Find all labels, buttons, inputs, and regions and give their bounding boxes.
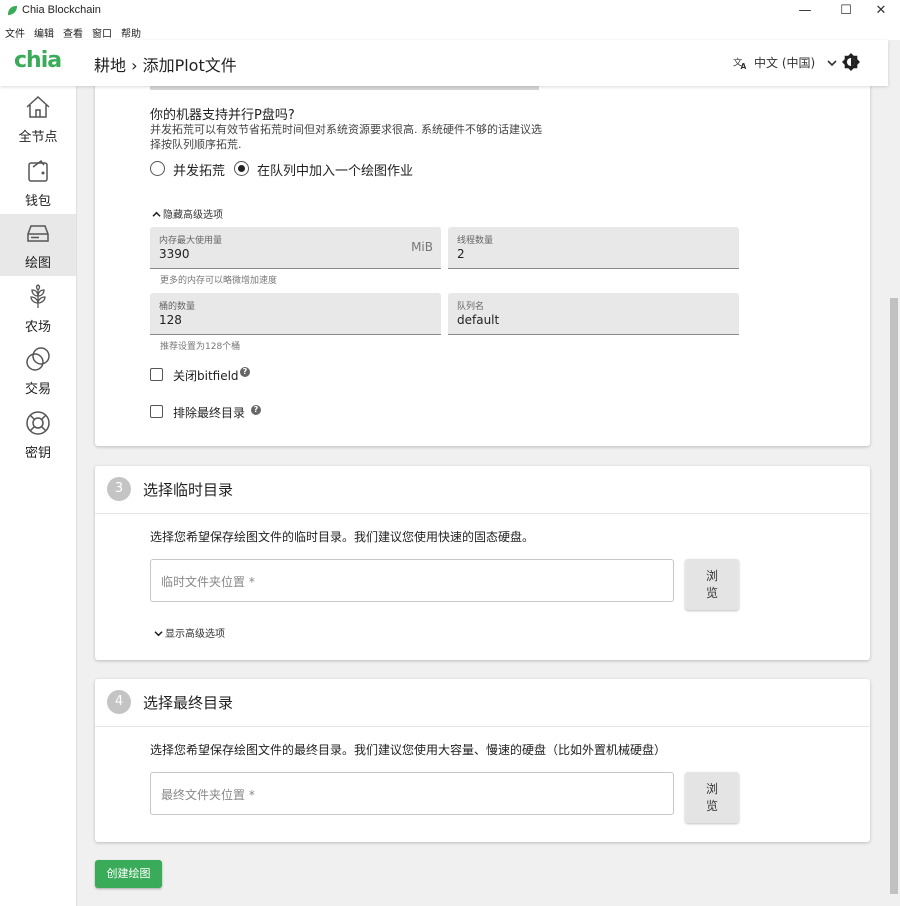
buckets-label: 桶的数量 [159,302,196,312]
chia-leaf-icon [7,5,18,16]
parallel-description-line-2: 择按队列顺序拓荒. [150,138,242,151]
sidebar-item-label: 绘图 [24,256,51,271]
sidebar-item-trade[interactable]: 交易 [0,340,76,402]
memory-label: 内存最大使用量 [159,236,223,246]
breadcrumb: 耕地 › 添加Plot文件 [94,56,237,75]
buckets-value: 128 [159,313,182,327]
queue-name-field[interactable]: 队列名 default [448,293,739,335]
lifebuoy-icon [26,411,50,435]
main-content: 你的机器支持并行P盘吗? 并发拓荒可以有效节省拓荒时间但对系统资源要求很高. 系… [77,86,888,906]
step-4-title: 选择最终目录 [143,694,234,712]
chia-logo[interactable]: chia [14,48,62,73]
sidebar-item-plots[interactable]: 绘图 [0,214,76,276]
language-selector[interactable]: 文 A 中文 (中国) [733,54,837,71]
memory-unit: MiB [411,240,433,254]
sidebar: 全节点 钱包 绘图 农场 交易 密钥 [0,86,77,906]
help-icon[interactable]: ? [251,405,261,415]
exclude-final-dir-checkbox[interactable] [150,405,163,418]
memory-field[interactable]: 内存最大使用量 3390 MiB [150,227,441,269]
step-3-title: 选择临时目录 [143,481,234,499]
sprout-icon [30,284,46,308]
chevron-up-icon [152,211,161,217]
threads-label: 线程数量 [457,236,494,246]
radio-queue[interactable] [234,161,249,176]
menu-window[interactable]: 窗口 [87,22,116,40]
threads-value: 2 [457,247,465,261]
hdd-icon [27,225,49,242]
sidebar-item-full-node[interactable]: 全节点 [0,88,76,150]
sidebar-item-keys[interactable]: 密钥 [0,404,76,466]
app-header: chia 耕地 › 添加Plot文件 文 A 中文 (中国) [0,40,888,86]
home-icon [26,95,50,118]
final-browse-button[interactable]: 浏览 [685,772,739,823]
plot-size-card: 你的机器支持并行P盘吗? 并发拓荒可以有效节省拓荒时间但对系统资源要求很高. 系… [95,86,870,446]
minimize-button[interactable]: — [790,2,820,20]
menu-file[interactable]: 文件 [0,22,29,40]
scrollbar-thumb[interactable] [890,298,898,894]
queue-name-label: 队列名 [457,302,485,312]
temp-directory-card: 3 选择临时目录 选择您希望保存绘图文件的临时目录。我们建议您使用快速的固态硬盘… [95,466,870,660]
hide-advanced-toggle[interactable]: 隐藏高级选项 [152,206,223,221]
step-3-badge: 3 [107,477,131,501]
memory-helper: 更多的内存可以略微增加速度 [160,276,278,286]
step-3-description: 选择您希望保存绘图文件的临时目录。我们建议您使用快速的固态硬盘。 [150,530,535,544]
sidebar-item-label: 全节点 [18,130,58,145]
create-plot-button[interactable]: 创建绘图 [95,860,162,888]
memory-value: 3390 [159,247,190,261]
window-titlebar: Chia Blockchain — ☐ ✕ [0,0,900,22]
final-folder-placeholder: 最终文件夹位置 * [161,788,255,802]
radio-queue-label[interactable]: 在队列中加入一个绘图作业 [257,160,413,179]
temp-folder-placeholder: 临时文件夹位置 * [161,575,255,589]
menu-edit[interactable]: 编辑 [29,22,58,40]
disable-bitfield-checkbox[interactable] [150,368,163,381]
buckets-field[interactable]: 桶的数量 128 [150,293,441,335]
disable-bitfield-label[interactable]: 关闭bitfield [173,367,239,384]
maximize-button[interactable]: ☐ [831,2,861,20]
language-label: 中文 (中国) [754,56,816,70]
queue-name-value: default [457,313,500,327]
svg-text:A: A [741,62,747,70]
radio-parallel[interactable] [150,161,165,176]
temp-folder-input[interactable]: 临时文件夹位置 * [150,559,674,602]
parallel-description-line-1: 并发拓荒可以有效节省拓荒时间但对系统资源要求很高. 系统硬件不够的话建议选 [150,123,542,136]
final-folder-input[interactable]: 最终文件夹位置 * [150,772,674,815]
parallel-question: 你的机器支持并行P盘吗? [150,108,295,123]
buckets-helper: 推荐设置为128个桶 [160,342,241,352]
sidebar-item-farm[interactable]: 农场 [0,278,76,340]
sidebar-item-wallet[interactable]: 钱包 [0,152,76,214]
sidebar-item-label: 农场 [24,320,51,335]
step-4-badge: 4 [107,690,131,714]
browse-label: 浏览 [705,782,718,813]
chevron-down-icon [154,631,163,637]
sidebar-item-label: 交易 [24,382,51,397]
menu-help[interactable]: 帮助 [116,22,145,40]
dark-mode-toggle-icon[interactable] [842,53,860,71]
exclude-final-dir-label[interactable]: 排除最终目录 [173,404,245,421]
final-directory-card: 4 选择最终目录 选择您希望保存绘图文件的最终目录。我们建议您使用大容量、慢速的… [95,679,870,842]
card-divider [95,513,870,514]
sidebar-item-label: 密钥 [24,446,51,461]
temp-browse-button[interactable]: 浏览 [685,559,739,610]
browse-label: 浏览 [705,569,718,600]
step-4-description: 选择您希望保存绘图文件的最终目录。我们建议您使用大容量、慢速的硬盘（比如外置机械… [150,743,667,757]
chevron-down-icon [827,59,837,66]
show-advanced-label: 显示高级选项 [165,629,225,640]
show-advanced-toggle[interactable]: 显示高级选项 [154,625,225,640]
threads-field[interactable]: 线程数量 2 [448,227,739,269]
menu-view[interactable]: 查看 [58,22,87,40]
close-button[interactable]: ✕ [866,2,896,20]
sidebar-item-label: 钱包 [24,194,51,209]
help-icon[interactable]: ? [240,367,250,377]
card-divider [95,726,870,727]
hide-advanced-label: 隐藏高级选项 [163,210,223,221]
wallet-icon [28,159,48,182]
translate-icon: 文 A [733,56,747,70]
field-remnant [150,86,539,90]
window-title: Chia Blockchain [22,4,101,16]
trade-icon [26,347,50,371]
menu-bar: 文件 编辑 查看 窗口 帮助 [0,22,900,40]
radio-parallel-label[interactable]: 并发拓荒 [173,160,225,179]
